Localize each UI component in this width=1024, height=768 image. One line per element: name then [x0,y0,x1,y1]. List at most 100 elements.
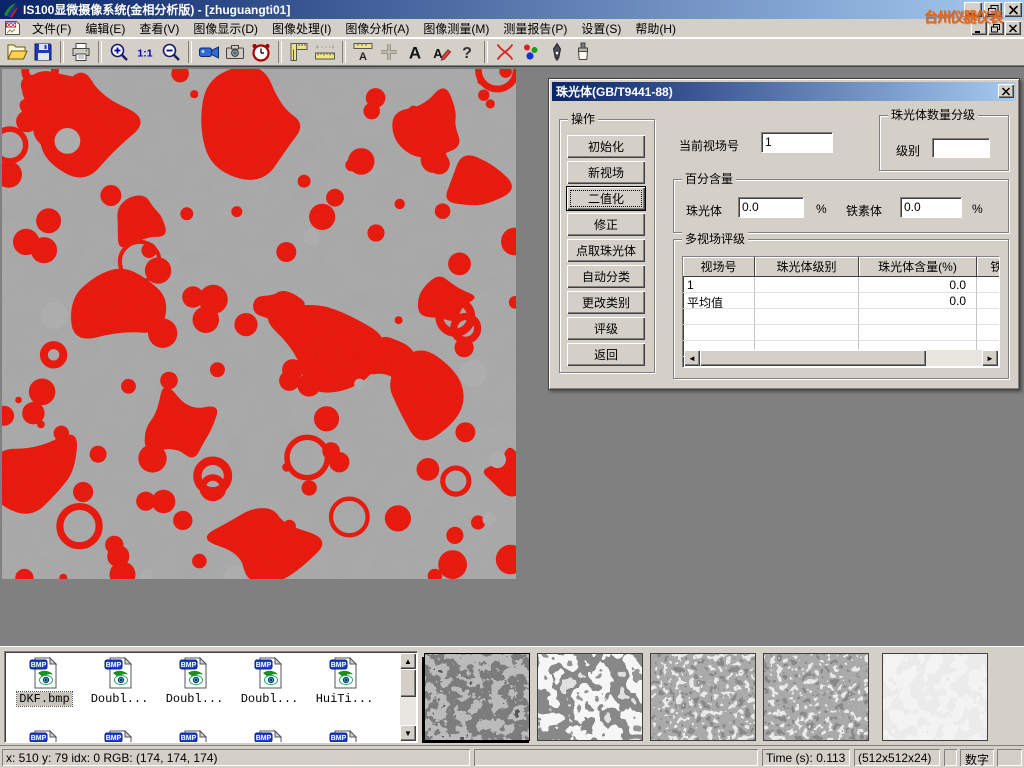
menu-item-image-process[interactable]: 图像处理(I) [265,18,338,39]
close-button[interactable] [1004,2,1022,17]
svg-text:BMP: BMP [330,662,346,669]
toolbar-help-button[interactable]: ? [454,40,480,64]
toolbar-zoom-out-button[interactable] [158,40,184,64]
toolbar-text-edit-button[interactable]: A [428,40,454,64]
thumbnail-5[interactable] [882,653,988,741]
op-button-return[interactable]: 返回 [567,343,645,366]
table-cell [755,309,859,325]
op-button-correct[interactable]: 修正 [567,213,645,236]
file-item[interactable]: BMP Doubl... [82,656,157,706]
thumbnail-strip [424,653,1020,743]
thumbnail-3[interactable] [650,653,756,741]
table-horizontal-scrollbar[interactable]: ◄ ► [684,350,998,366]
scroll-up-icon[interactable]: ▲ [400,653,416,669]
menu-item-settings[interactable]: 设置(S) [574,18,628,39]
file-item[interactable]: BMPDoubl... [232,656,307,706]
file-item[interactable]: BMP [82,729,157,743]
menu-item-edit[interactable]: 编辑(E) [78,18,132,39]
scroll-left-icon[interactable]: ◄ [684,350,700,366]
child-close-button[interactable] [1005,21,1021,35]
toolbar-measure-label-button[interactable]: A [350,40,376,64]
table-row[interactable]: 平均值0.0 [683,293,999,309]
toolbar-classify-points-button[interactable] [518,40,544,64]
dialog-close-icon[interactable] [998,84,1014,98]
scrollbar-thumb[interactable] [700,350,926,366]
op-button-auto-classify[interactable]: 自动分类 [567,265,645,288]
menu-item-measure-report[interactable]: 测量报告(P) [496,18,574,39]
file-item[interactable]: BMP [232,729,307,743]
mode-status: 数字 [960,749,994,766]
op-button-initialize[interactable]: 初始化 [567,135,645,158]
file-item[interactable]: BMPDKF.bmp [7,656,82,706]
toolbar-timer-button[interactable] [248,40,274,64]
toolbar-spline-tool-button[interactable] [492,40,518,64]
svg-text:BMP: BMP [105,662,121,669]
op-button-new-field[interactable]: 新视场 [567,161,645,184]
svg-text:BMP: BMP [105,735,121,742]
op-button-change-class[interactable]: 更改类别 [567,291,645,314]
menu-item-file[interactable]: 文件(F) [25,18,78,39]
toolbar-photo-capture-button[interactable] [222,40,248,64]
toolbar-brush-tool-button[interactable] [570,40,596,64]
bmp-file-icon: BMP [28,656,62,690]
file-item[interactable]: BMP [7,729,82,743]
toolbar-pen-tool-button[interactable] [544,40,570,64]
minimize-button[interactable] [964,2,982,17]
level-input[interactable] [932,138,990,158]
thumbnail-1[interactable] [424,653,530,741]
menu-item-image-display[interactable]: 图像显示(D) [186,18,265,39]
current-field-input[interactable]: 1 [761,132,833,153]
table-row[interactable] [683,325,999,341]
bmp-file-icon: BMP [178,656,212,690]
file-name: Doubl... [89,692,151,706]
restore-button[interactable] [984,2,1002,17]
scrollbar-thumb[interactable] [400,669,416,697]
svg-text:A: A [359,51,367,63]
specimen-image[interactable] [2,69,516,579]
thumbnail-2[interactable] [537,653,643,741]
toolbar-caliper-measure-button[interactable] [286,40,312,64]
brush-icon [572,41,594,63]
menu-item-image-measure[interactable]: 图像测量(M) [416,18,496,39]
menu-item-image-analysis[interactable]: 图像分析(A) [338,18,416,39]
table-row[interactable] [683,309,999,325]
toolbar-ruler-measure-button[interactable] [312,40,338,64]
image-size-status: (512x512x24) [854,749,940,766]
bottom-panel: BMPDKF.bmpBMPDoubl...BMPDoubl...BMPDoubl… [0,646,1024,745]
grading-group-label: 珠光体数量分级 [888,108,978,122]
toolbar-print-button[interactable] [68,40,94,64]
toolbar-save-button[interactable] [30,40,56,64]
zoom-out-icon [160,41,182,63]
child-restore-button[interactable] [988,21,1004,35]
svg-text:BMP: BMP [330,735,346,742]
menu-item-help[interactable]: 帮助(H) [628,18,683,39]
toolbar-zoom-in-button[interactable] [106,40,132,64]
file-item[interactable]: BMP [157,729,232,743]
file-item[interactable]: BMP [307,729,382,743]
toolbar-text-annotate-button[interactable]: A [402,40,428,64]
color-dots-icon [520,41,542,63]
status-panel-empty-2 [944,749,957,766]
file-item[interactable]: BMPDoubl... [157,656,232,706]
ferrite-percent-input[interactable]: 0.0 [900,197,962,218]
toolbar-open-button[interactable] [4,40,30,64]
thumbnail-4[interactable] [763,653,869,741]
toolbar-actual-size-button[interactable]: 1:1 [132,40,158,64]
clock-icon [250,41,272,63]
op-button-grade[interactable]: 评级 [567,317,645,340]
scroll-right-icon[interactable]: ► [982,350,998,366]
scroll-down-icon[interactable]: ▼ [400,725,416,741]
table-row[interactable]: 10.0 [683,277,999,293]
file-list-scrollbar[interactable]: ▲ ▼ [400,653,416,741]
op-button-pick-pearlite[interactable]: 点取珠光体 [567,239,645,262]
toolbar-video-capture-button[interactable] [196,40,222,64]
op-button-binarize[interactable]: 二值化 [567,187,645,210]
table-cell [977,309,1000,325]
child-minimize-button[interactable] [971,21,987,35]
pearlite-percent-input[interactable]: 0.0 [738,197,804,218]
svg-text:BMP: BMP [255,735,271,742]
file-item[interactable]: BMPHuiTi... [307,656,382,706]
grid-cross-icon [378,41,400,63]
menu-item-view[interactable]: 查看(V) [132,18,186,39]
toolbar-grid-button[interactable] [376,40,402,64]
